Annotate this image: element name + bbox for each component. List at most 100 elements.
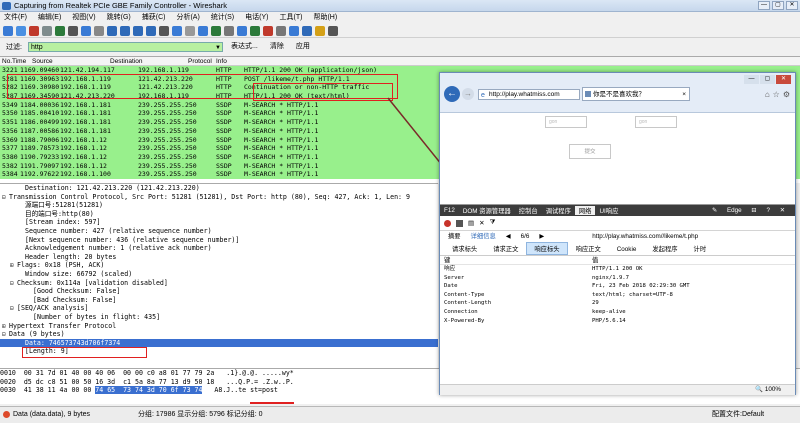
header-row[interactable]: Server nginx/1.9.7 xyxy=(440,274,795,283)
menu-go[interactable]: 跳转(G) xyxy=(107,12,131,23)
detail-line[interactable]: ⊟ Data (9 bytes) xyxy=(0,330,438,339)
detail-line[interactable]: [Good Checksum: False] xyxy=(0,287,438,296)
close-button[interactable]: ✕ xyxy=(786,1,798,10)
collapse-icon[interactable]: ⊟ xyxy=(2,331,9,339)
detail-line[interactable]: ⊞ Flags: 0x18 (PSH, ACK) xyxy=(0,261,438,270)
stop-icon[interactable] xyxy=(42,25,52,36)
menu-capture[interactable]: 捕获(C) xyxy=(142,12,166,23)
menu-analyze[interactable]: 分析(A) xyxy=(176,12,199,23)
tab-dom-explorer[interactable]: DOM 资源管理器 xyxy=(459,206,515,215)
ie-close-button[interactable]: ✕ xyxy=(776,75,791,84)
detail-line[interactable]: ⊟ Checksum: 0x114a [validation disabled] xyxy=(0,279,438,288)
tab-initiator[interactable]: 发起程序 xyxy=(644,242,685,255)
detail-line[interactable]: Window size: 66792 (scaled) xyxy=(0,270,438,279)
tab-details[interactable]: 详细信息 xyxy=(467,231,500,242)
edit-icon[interactable]: ✎ xyxy=(708,207,721,214)
first-icon[interactable] xyxy=(185,25,195,36)
header-row[interactable]: X-Powered-By PHP/5.6.14 xyxy=(440,317,795,326)
tab-summary[interactable]: 摘要 xyxy=(444,231,465,242)
dock-icon[interactable]: ⊟ xyxy=(747,207,760,214)
collapse-icon[interactable]: ⊟ xyxy=(10,305,17,313)
detail-line[interactable]: ⊟ Transmission Control Protocol, Src Port… xyxy=(0,193,438,202)
tab-console[interactable]: 控制台 xyxy=(515,206,542,215)
submit-button[interactable]: 提交 xyxy=(569,144,611,159)
collapse-icon[interactable]: ⊟ xyxy=(2,194,9,202)
detail-line[interactable]: [Next sequence number: 436 (relative seq… xyxy=(0,236,438,245)
normal-size-icon[interactable] xyxy=(263,25,273,36)
favorites-icon[interactable]: ☆ xyxy=(773,90,780,99)
menu-help[interactable]: 帮助(H) xyxy=(313,12,337,23)
detail-line[interactable]: Acknowledgement number: 1 (relative ack … xyxy=(0,244,438,253)
expand-icon[interactable]: ⊞ xyxy=(10,262,17,270)
back-icon[interactable]: ← xyxy=(444,86,460,102)
key-column-header[interactable]: 键 xyxy=(440,256,592,264)
maximize-button[interactable]: ▢ xyxy=(772,1,784,10)
header-row[interactable]: Content-Length 29 xyxy=(440,299,795,308)
address-bar[interactable]: e http://play.whatmiss.com xyxy=(478,89,580,100)
filter-icon[interactable]: ⧩ xyxy=(490,219,496,227)
display-filter-icon[interactable] xyxy=(302,25,312,36)
next-request-icon[interactable]: ▶ xyxy=(535,231,548,242)
gear-icon[interactable]: ⚙ xyxy=(783,90,790,99)
filter-input[interactable]: http ▼ xyxy=(28,41,223,53)
interfaces-icon[interactable] xyxy=(3,25,13,36)
save-icon[interactable]: ▤ xyxy=(468,219,474,227)
capture-status-icon[interactable] xyxy=(3,411,10,418)
menu-telephony[interactable]: 电话(Y) xyxy=(245,12,268,23)
detail-line[interactable]: 目的端口号:http(80) xyxy=(0,210,438,219)
help-icon[interactable]: ? xyxy=(762,207,774,214)
detail-line[interactable]: 源端口号:51281(51281) xyxy=(0,201,438,210)
detail-line[interactable]: [Bad Checksum: False] xyxy=(0,296,438,305)
forward-icon[interactable]: → xyxy=(462,88,474,100)
home-icon[interactable]: ⌂ xyxy=(765,90,770,99)
collapse-icon[interactable]: ⊟ xyxy=(10,280,17,288)
col-header-info[interactable]: Info xyxy=(216,57,800,65)
print-icon[interactable] xyxy=(120,25,130,36)
chevron-down-icon[interactable]: ▼ xyxy=(215,44,221,53)
menu-file[interactable]: 文件(F) xyxy=(4,12,27,23)
zoom-icon[interactable]: 🔍 xyxy=(755,386,763,393)
page-input-1[interactable]: gon xyxy=(545,116,587,128)
clear-icon[interactable]: ✕ xyxy=(479,219,484,227)
expression-button[interactable]: 表达式... xyxy=(227,42,262,52)
minimize-button[interactable]: — xyxy=(758,1,770,10)
restart-icon[interactable] xyxy=(55,25,65,36)
col-header-destination[interactable]: Destination xyxy=(110,57,188,65)
detail-line[interactable]: ⊟ [SEQ/ACK analysis] xyxy=(0,304,438,313)
browser-tab[interactable]: 你是不是喜欢我？ × xyxy=(582,87,690,101)
record-icon[interactable] xyxy=(444,219,451,227)
preferences-icon[interactable] xyxy=(328,25,338,36)
colorize-icon[interactable] xyxy=(211,25,221,36)
ie-maximize-button[interactable]: ▢ xyxy=(760,75,775,84)
col-header-no[interactable]: No. xyxy=(0,57,12,65)
detail-line[interactable]: [Stream index: 597] xyxy=(0,218,438,227)
value-column-header[interactable]: 值 xyxy=(592,256,598,264)
resize-columns-icon[interactable] xyxy=(276,25,286,36)
tab-cookie[interactable]: Cookie xyxy=(609,242,645,255)
tab-debugger[interactable]: 调试程序 xyxy=(542,206,575,215)
tab-response-headers[interactable]: 响应标头 xyxy=(526,242,568,255)
zoom-level[interactable]: 100% xyxy=(765,386,781,393)
detail-line[interactable]: ⊞ Hypertext Transfer Protocol xyxy=(0,322,438,331)
tab-timings[interactable]: 计时 xyxy=(686,242,715,255)
detail-line[interactable]: Data: 746573743d706f7374 xyxy=(0,338,438,348)
detail-line[interactable]: Sequence number: 427 (relative sequence … xyxy=(0,227,438,236)
zoom-out-icon[interactable] xyxy=(250,25,260,36)
detail-line[interactable]: Header length: 20 bytes xyxy=(0,253,438,262)
options-icon[interactable] xyxy=(16,25,26,36)
header-row[interactable]: 响应 HTTP/1.1 200 OK xyxy=(440,265,795,274)
clear-button[interactable]: 清除 xyxy=(266,42,288,52)
menu-view[interactable]: 视图(V) xyxy=(72,12,95,23)
stop-icon[interactable] xyxy=(456,219,463,227)
page-input-2[interactable]: gon xyxy=(635,116,677,128)
header-row[interactable]: Date Fri, 23 Feb 2018 02:29:30 GMT xyxy=(440,282,795,291)
header-row[interactable]: Connection keep-alive xyxy=(440,308,795,317)
detail-line[interactable]: [Number of bytes in flight: 435] xyxy=(0,313,438,322)
apply-button[interactable]: 应用 xyxy=(292,42,314,52)
col-header-protocol[interactable]: Protocol xyxy=(188,57,216,65)
detail-line[interactable]: Destination: 121.42.213.220 (121.42.213.… xyxy=(0,184,438,193)
close-file-icon[interactable] xyxy=(94,25,104,36)
expand-icon[interactable]: ⊞ xyxy=(2,323,9,331)
menu-tools[interactable]: 工具(T) xyxy=(280,12,303,23)
devtools-close-icon[interactable]: ✕ xyxy=(776,207,789,214)
